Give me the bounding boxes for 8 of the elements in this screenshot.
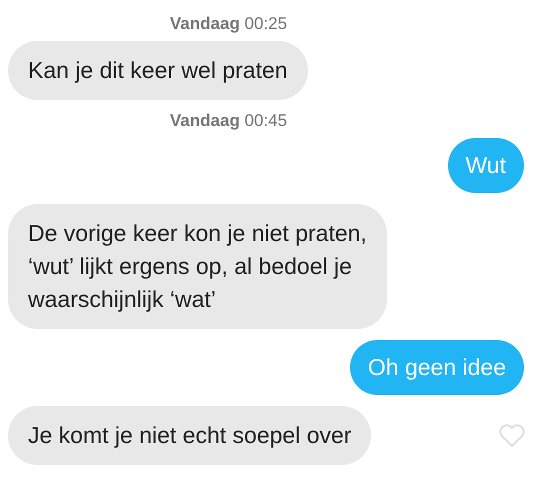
- message-bubble: De vorige keer kon je niet praten, ‘wut’ lijkt ergens op, al bedoel je waarschijnlijk ‘wat’: [8, 204, 387, 329]
- timestamp: Vandaag 00:45: [170, 111, 288, 131]
- message-bubble: Je komt je niet echt soepel over: [8, 406, 372, 465]
- message-bubble: Wut: [448, 138, 524, 193]
- timestamp: Vandaag 00:25: [170, 14, 288, 34]
- message-bubble: Oh geen idee: [350, 340, 524, 395]
- message-bubble: Kan je dit keer wel praten: [8, 41, 308, 100]
- heart-icon[interactable]: [498, 424, 526, 448]
